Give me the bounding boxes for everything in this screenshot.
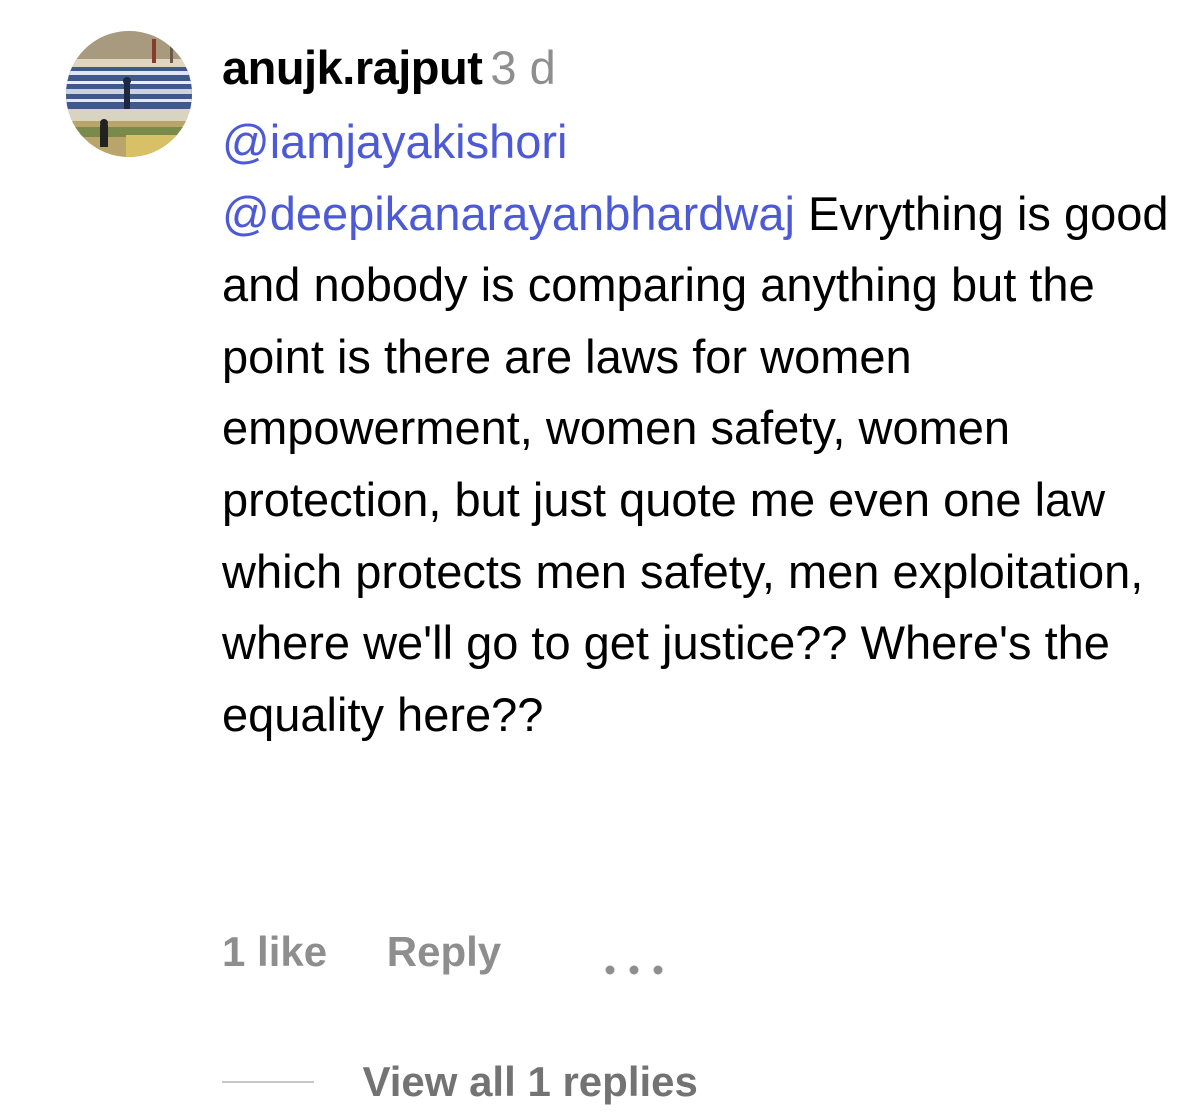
reply-button[interactable]: Reply bbox=[387, 928, 501, 976]
likes-count-button[interactable]: 1 like bbox=[222, 928, 327, 976]
comment-message: Evrything is good and nobody is comparin… bbox=[222, 186, 1169, 741]
comment-item: anujk.rajput 3 d @iamjayakishori @deepika… bbox=[0, 0, 1200, 1113]
profile-photo bbox=[66, 31, 192, 157]
comment-text: @iamjayakishori @deepikanarayanbhardwaj … bbox=[222, 106, 1182, 750]
mention-link[interactable]: @deepikanarayanbhardwaj bbox=[222, 187, 795, 240]
view-replies-button[interactable]: View all 1 replies bbox=[222, 1058, 698, 1113]
timestamp[interactable]: 3 d bbox=[490, 41, 555, 94]
comment-actions: 1 like Reply bbox=[222, 925, 665, 985]
mention-link[interactable]: @iamjayakishori bbox=[222, 115, 567, 168]
comment-header: anujk.rajput 3 d bbox=[222, 34, 1182, 102]
view-replies-label[interactable]: View all 1 replies bbox=[362, 1058, 697, 1106]
replies-divider bbox=[222, 1081, 314, 1083]
ellipsis-icon[interactable] bbox=[603, 942, 665, 975]
username-link[interactable]: anujk.rajput bbox=[222, 41, 483, 94]
avatar[interactable] bbox=[66, 31, 192, 157]
comment-body: anujk.rajput 3 d @iamjayakishori @deepika… bbox=[222, 34, 1182, 750]
